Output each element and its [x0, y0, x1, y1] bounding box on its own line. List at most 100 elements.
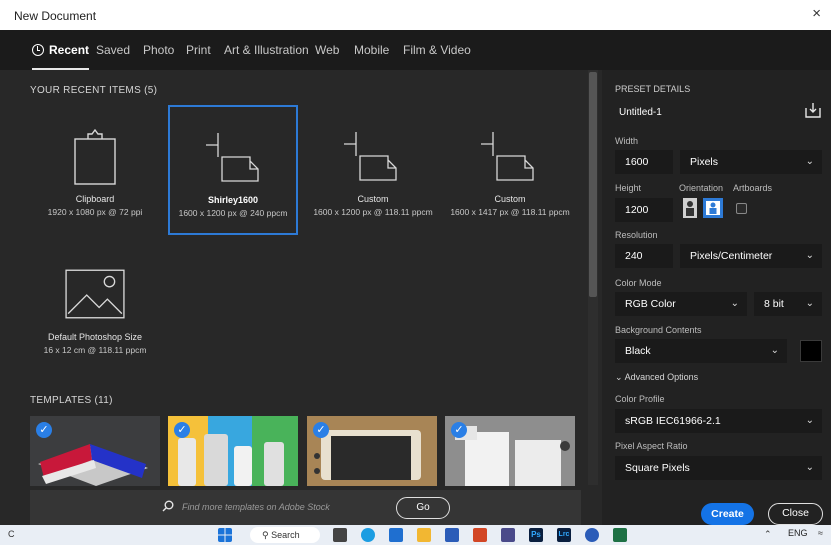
- pixel-aspect-label: Pixel Aspect Ratio: [615, 441, 688, 451]
- color-profile-value: sRGB IEC61966-2.1: [625, 415, 721, 427]
- template-stationery[interactable]: ✓: [445, 416, 575, 486]
- clipboard-icon: [74, 129, 116, 185]
- color-profile-select[interactable]: sRGB IEC61966-2.1 ⌄: [615, 409, 822, 433]
- tab-recent[interactable]: Recent: [32, 30, 90, 70]
- chevron-down-icon: ⌄: [805, 415, 814, 426]
- height-input[interactable]: 1200: [615, 198, 673, 222]
- tab-print[interactable]: Print: [186, 30, 211, 70]
- windows-start-icon[interactable]: [218, 528, 232, 542]
- recent-item-meta: 1600 x 1417 px @ 118.11 ppcm: [450, 207, 570, 217]
- color-mode-select[interactable]: RGB Color ⌄: [615, 292, 747, 316]
- word-icon[interactable]: [445, 528, 459, 542]
- recent-item-name: Custom: [494, 194, 526, 204]
- clock-icon: [32, 44, 44, 56]
- color-mode-value: RGB Color: [625, 298, 676, 310]
- recent-item-meta: 16 x 12 cm @ 118.11 ppcm: [43, 345, 147, 355]
- height-label: Height: [615, 183, 642, 193]
- document-icon: [206, 133, 259, 182]
- window-close-icon[interactable]: ×: [812, 5, 821, 22]
- chevron-down-icon: ⌄: [805, 298, 814, 309]
- close-button[interactable]: Close: [768, 503, 823, 525]
- taskbar-search-label: Search: [271, 530, 300, 540]
- templates-heading: TEMPLATES (11): [30, 395, 113, 406]
- excel-icon[interactable]: [613, 528, 627, 542]
- artboards-label: Artboards: [733, 183, 773, 193]
- lightroom-classic-icon[interactable]: Lrc: [557, 528, 571, 542]
- scrollbar-thumb[interactable]: [589, 72, 597, 297]
- bit-depth-value: 8 bit: [764, 298, 784, 310]
- app-icon[interactable]: [501, 528, 515, 542]
- advanced-options-toggle[interactable]: ⌄ Advanced Options: [615, 372, 698, 383]
- resolution-unit-select[interactable]: Pixels/Centimeter ⌄: [680, 244, 822, 268]
- width-unit-value: Pixels: [690, 156, 719, 168]
- edge-browser-icon[interactable]: [361, 528, 375, 542]
- bit-depth-select[interactable]: 8 bit ⌄: [754, 292, 822, 316]
- orientation-label: Orientation: [679, 183, 724, 193]
- background-contents-select[interactable]: Black ⌄: [615, 339, 787, 363]
- stock-search-input[interactable]: Find more templates on Adobe Stock: [182, 502, 330, 512]
- language-indicator[interactable]: ENG: [788, 528, 808, 538]
- wifi-icon[interactable]: ≈: [818, 528, 823, 538]
- template-selected-check-icon: ✓: [451, 422, 467, 438]
- tab-label: Recent: [49, 43, 90, 57]
- width-label: Width: [615, 136, 639, 146]
- os-taskbar: C ⚲ Search Ps Lrc ⌃ ENG ≈: [0, 525, 831, 545]
- recent-items-heading: YOUR RECENT ITEMS (5): [30, 85, 158, 96]
- chevron-down-icon: ⌄: [805, 156, 814, 167]
- preset-details-heading: PRESET DETAILS: [615, 84, 691, 94]
- chevron-down-icon: ⌄: [805, 250, 814, 261]
- recent-item-name: Default Photoshop Size: [47, 332, 143, 342]
- taskbar-left-text: C: [8, 529, 15, 539]
- tab-film-video[interactable]: Film & Video: [403, 30, 471, 70]
- chevron-down-icon: ⌄: [730, 298, 739, 309]
- image-icon: [65, 269, 125, 319]
- gallery-scrollbar[interactable]: [588, 70, 598, 485]
- width-unit-select[interactable]: Pixels ⌄: [680, 150, 822, 174]
- chevron-down-icon: ⌄: [770, 345, 779, 356]
- recent-item-clipboard[interactable]: Clipboard 1920 x 1080 px @ 72 ppi: [30, 106, 160, 236]
- mail-icon[interactable]: [389, 528, 403, 542]
- resolution-input[interactable]: 240: [615, 244, 673, 268]
- tab-saved[interactable]: Saved: [96, 30, 130, 70]
- template-selected-check-icon: ✓: [36, 422, 52, 438]
- tab-mobile[interactable]: Mobile: [354, 30, 389, 70]
- stock-search-bar: Find more templates on Adobe Stock Go: [30, 490, 581, 525]
- pixel-aspect-select[interactable]: Square Pixels ⌄: [615, 456, 822, 480]
- task-view-icon[interactable]: [333, 528, 347, 542]
- width-input[interactable]: 1600: [615, 150, 673, 174]
- tab-photo[interactable]: Photo: [143, 30, 174, 70]
- search-icon: [162, 500, 174, 512]
- tab-web[interactable]: Web: [315, 30, 339, 70]
- chevron-up-icon[interactable]: ⌃: [764, 529, 772, 540]
- recent-item-custom-2[interactable]: Custom 1600 x 1417 px @ 118.11 ppcm: [445, 106, 575, 236]
- template-cans[interactable]: ✓: [168, 416, 298, 486]
- search-icon: ⚲: [262, 530, 269, 540]
- recent-item-shirley1600[interactable]: Shirley1600 1600 x 1200 px @ 240 ppcm: [168, 105, 298, 235]
- window-title: New Document: [14, 9, 97, 23]
- chevron-down-icon: ⌄: [805, 462, 814, 473]
- template-brochure[interactable]: ✓: [30, 416, 160, 486]
- background-contents-label: Background Contents: [615, 325, 702, 335]
- landscape-orientation-icon[interactable]: [703, 198, 723, 218]
- resolution-label: Resolution: [615, 230, 658, 240]
- resolution-unit-value: Pixels/Centimeter: [690, 250, 773, 262]
- color-mode-label: Color Mode: [615, 278, 662, 288]
- file-explorer-icon[interactable]: [417, 528, 431, 542]
- taskbar-search[interactable]: ⚲ Search: [250, 527, 320, 543]
- document-name-input[interactable]: Untitled-1: [619, 107, 662, 118]
- tab-art-illustration[interactable]: Art & Illustration: [224, 30, 309, 70]
- powerpoint-icon[interactable]: [473, 528, 487, 542]
- artboards-checkbox[interactable]: [736, 203, 747, 214]
- template-selected-check-icon: ✓: [313, 422, 329, 438]
- portrait-orientation-icon[interactable]: [680, 198, 700, 218]
- create-button[interactable]: Create: [701, 503, 754, 525]
- window-titlebar: New Document ×: [0, 0, 831, 30]
- template-tablet[interactable]: ✓: [307, 416, 437, 486]
- go-button[interactable]: Go: [396, 497, 450, 519]
- chat-icon[interactable]: [585, 528, 599, 542]
- photoshop-icon[interactable]: Ps: [529, 528, 543, 542]
- background-color-swatch[interactable]: [800, 340, 822, 362]
- recent-item-default-photoshop-size[interactable]: Default Photoshop Size 16 x 12 cm @ 118.…: [30, 256, 160, 386]
- save-preset-icon[interactable]: [805, 102, 821, 118]
- recent-item-custom-1[interactable]: Custom 1600 x 1200 px @ 118.11 ppcm: [308, 106, 438, 236]
